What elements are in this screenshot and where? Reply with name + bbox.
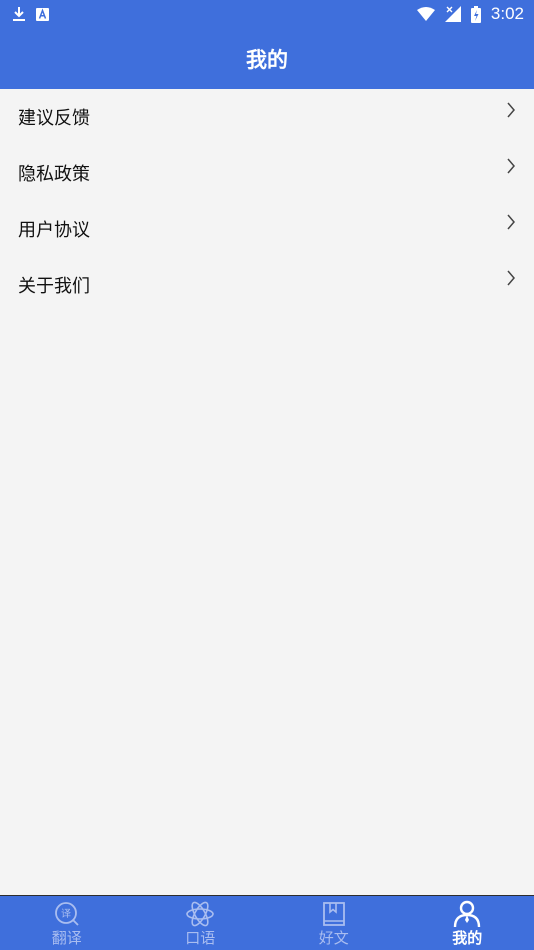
- chevron-right-icon: [507, 102, 515, 118]
- battery-charging-icon: [470, 5, 481, 23]
- menu-item-about-us[interactable]: 关于我们: [0, 257, 534, 313]
- text-a-icon: [36, 7, 49, 21]
- bottom-nav: 译 翻译 口语 好文 我的: [0, 895, 534, 950]
- wifi-icon: [416, 7, 435, 21]
- nav-item-mine[interactable]: 我的: [401, 896, 534, 950]
- chevron-right-icon: [507, 270, 515, 286]
- menu-item-label: 隐私政策: [18, 164, 90, 185]
- svg-text:译: 译: [61, 908, 71, 920]
- status-right: 3:02: [416, 4, 524, 24]
- nav-label: 我的: [452, 929, 483, 947]
- menu-item-user-agreement[interactable]: 用户协议: [0, 201, 534, 257]
- profile-icon: [452, 900, 482, 928]
- settings-menu-list: 建议反馈 隐私政策 用户协议 关于我们: [0, 89, 534, 313]
- app-bar: 我的: [0, 28, 534, 89]
- nav-label: 翻译: [51, 929, 82, 947]
- chevron-right-icon: [507, 214, 515, 230]
- nav-label: 好文: [318, 929, 349, 947]
- menu-item-feedback[interactable]: 建议反馈: [0, 89, 534, 145]
- bookmark-book-icon: [319, 900, 349, 928]
- menu-item-label: 建议反馈: [18, 108, 90, 129]
- status-left: [12, 6, 49, 22]
- atom-icon: [185, 900, 215, 928]
- status-time: 3:02: [490, 4, 524, 23]
- nav-label: 口语: [185, 929, 216, 947]
- translate-icon: 译: [52, 900, 82, 928]
- download-icon: [12, 6, 26, 22]
- nav-item-articles[interactable]: 好文: [267, 896, 401, 950]
- menu-item-privacy-policy[interactable]: 隐私政策: [0, 145, 534, 201]
- page-title: 我的: [246, 47, 288, 72]
- chevron-right-icon: [507, 158, 515, 174]
- nav-item-translate[interactable]: 译 翻译: [0, 896, 134, 950]
- menu-item-label: 用户协议: [18, 220, 90, 241]
- menu-item-label: 关于我们: [18, 276, 90, 297]
- nav-item-speaking[interactable]: 口语: [134, 896, 268, 950]
- no-signal-icon: [444, 6, 461, 22]
- status-bar: 3:02: [0, 0, 534, 28]
